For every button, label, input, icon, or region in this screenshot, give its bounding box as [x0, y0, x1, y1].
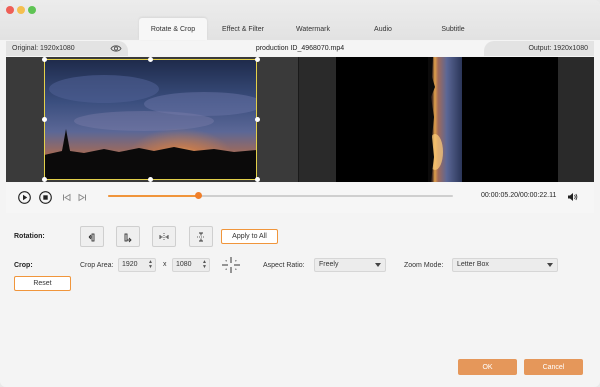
previous-frame-icon[interactable]: [60, 191, 73, 204]
volume-icon[interactable]: [567, 192, 578, 202]
zoom-mode-value: Letter Box: [457, 261, 489, 268]
crop-height-field[interactable]: 1080 ▲ ▼: [172, 258, 210, 272]
crop-handle-bottom-center[interactable]: [148, 177, 153, 182]
original-video-frame: [44, 59, 257, 180]
zoom-mode-select[interactable]: Letter Box: [452, 258, 558, 272]
title-bar: Rotate & Crop Effect & Filter Watermark …: [0, 0, 600, 40]
output-video-frame: [428, 57, 462, 182]
crop-handle-middle-right[interactable]: [255, 117, 260, 122]
tab-watermark[interactable]: Watermark: [279, 18, 347, 40]
crop-width-value: 1920: [122, 261, 138, 268]
info-bar: Original: 1920x1080 production ID_496807…: [6, 41, 594, 56]
rotate-right-icon: [124, 233, 132, 242]
chevron-down-icon: [547, 263, 553, 267]
center-crop-icon[interactable]: [221, 256, 241, 274]
play-icon[interactable]: [18, 191, 31, 204]
next-frame-icon[interactable]: [76, 191, 89, 204]
tab-audio[interactable]: Audio: [349, 18, 417, 40]
crop-width-stepper[interactable]: ▲ ▼: [147, 260, 154, 270]
timeline-progress: [108, 195, 198, 197]
aspect-ratio-select[interactable]: Freely: [314, 258, 386, 272]
rotate-left-icon: [88, 233, 95, 241]
tab-bar: Rotate & Crop Effect & Filter Watermark …: [139, 18, 489, 40]
stop-icon[interactable]: [39, 191, 52, 204]
chevron-down-icon: [375, 263, 381, 267]
crop-width-field[interactable]: 1920 ▲ ▼: [118, 258, 156, 272]
crop-handle-top-center[interactable]: [148, 57, 153, 62]
aspect-ratio-value: Freely: [319, 261, 339, 268]
flip-vertical-button[interactable]: [189, 226, 213, 247]
window: Rotate & Crop Effect & Filter Watermark …: [0, 0, 600, 387]
rotate-left-button[interactable]: [80, 226, 104, 247]
crop-handle-top-right[interactable]: [255, 57, 260, 62]
flip-horizontal-button[interactable]: [152, 226, 176, 247]
sunset-image: [44, 59, 257, 180]
crop-area-label: Crop Area:: [80, 262, 114, 269]
timeline-track[interactable]: [108, 192, 453, 199]
zoom-mode-label: Zoom Mode:: [404, 262, 444, 269]
tab-effect-filter[interactable]: Effect & Filter: [209, 18, 277, 40]
crop-handle-top-left[interactable]: [42, 57, 47, 62]
apply-to-all-button[interactable]: Apply to All: [221, 229, 278, 244]
tab-subtitle[interactable]: Subtitle: [419, 18, 487, 40]
cancel-button[interactable]: Cancel: [524, 359, 583, 375]
flip-horizontal-icon: [159, 232, 169, 241]
crop-handle-middle-left[interactable]: [42, 117, 47, 122]
reset-button[interactable]: Reset: [14, 276, 71, 291]
output-resolution: Output: 1920x1080: [484, 41, 594, 56]
ok-button[interactable]: OK: [458, 359, 517, 375]
timeline-scrubber[interactable]: [194, 192, 202, 199]
crop-handle-bottom-right[interactable]: [255, 177, 260, 182]
crop-height-stepper[interactable]: ▲ ▼: [201, 260, 208, 270]
crop-label: Crop:: [14, 262, 33, 269]
aspect-ratio-label: Aspect Ratio:: [263, 262, 305, 269]
zoom-window-button[interactable]: [28, 6, 36, 14]
rotated-sunset-image: [428, 57, 462, 182]
flip-vertical-icon: [197, 232, 205, 241]
crop-handle-bottom-left[interactable]: [42, 177, 47, 182]
tab-rotate-crop[interactable]: Rotate & Crop: [139, 18, 207, 40]
rotation-label: Rotation:: [14, 233, 45, 240]
rotate-right-button[interactable]: [116, 226, 140, 247]
minimize-window-button[interactable]: [17, 6, 25, 14]
dimension-separator: x: [163, 261, 167, 268]
close-window-button[interactable]: [6, 6, 14, 14]
time-readout: 00:00:05.20/00:00:22.11: [481, 192, 557, 199]
crop-height-value: 1080: [176, 261, 192, 268]
